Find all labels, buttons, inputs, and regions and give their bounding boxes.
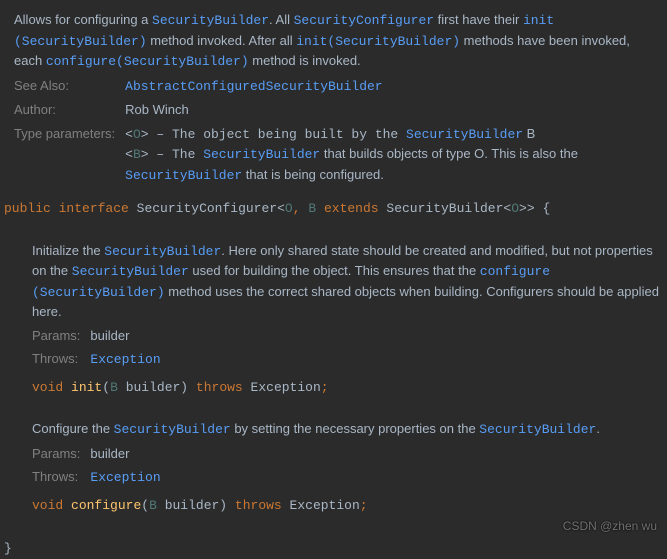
kw-extends: extends <box>324 201 379 216</box>
method-name: init <box>71 380 102 395</box>
class-description: Allows for configuring a SecurityBuilder… <box>14 10 653 72</box>
punc: ( <box>102 380 110 395</box>
method-init-signature: void init(B builder) throws Exception; <box>32 378 667 398</box>
text: > – The <box>141 147 203 162</box>
generic-b: B <box>308 201 316 216</box>
doc-tags: See Also: AbstractConfiguredSecurityBuil… <box>14 76 653 186</box>
exception-type: Exception <box>290 498 360 513</box>
link-sb[interactable]: SecurityBuilder <box>72 264 189 279</box>
generic-o: O <box>285 201 293 216</box>
method-name: configure <box>71 498 141 513</box>
link-configure[interactable]: configure(SecurityBuilder) <box>46 54 249 69</box>
author-label: Author: <box>14 100 115 120</box>
punc: { <box>542 201 550 216</box>
punc: ; <box>321 380 329 395</box>
throws-label: Throws: <box>32 349 80 370</box>
author-value: Rob Winch <box>125 100 653 120</box>
params-label: Params: <box>32 326 80 346</box>
kw-public: public <box>4 201 51 216</box>
link-init2[interactable]: init(SecurityBuilder) <box>296 34 460 49</box>
text: method is invoked. <box>249 53 361 68</box>
link-abstractconfigured[interactable]: AbstractConfiguredSecurityBuilder <box>125 79 382 94</box>
close-brace: } <box>0 539 667 559</box>
see-also-label: See Also: <box>14 76 115 97</box>
method-configure-doc: Configure the SecurityBuilder by setting… <box>32 419 667 440</box>
text: by setting the necessary properties on t… <box>231 421 480 436</box>
link-securityconfigurer[interactable]: SecurityConfigurer <box>294 13 434 28</box>
method-configure-tags: Params: builder Throws: Exception <box>32 444 667 488</box>
link-sb2[interactable]: SecurityBuilder <box>203 147 320 162</box>
generic-b: B <box>110 380 118 395</box>
class-name: SecurityConfigurer <box>137 201 277 216</box>
method-init-tags: Params: builder Throws: Exception <box>32 326 667 370</box>
punc: ) <box>219 498 227 513</box>
throws-label: Throws: <box>32 467 80 488</box>
punc: ) <box>180 380 188 395</box>
punc: >> <box>519 201 535 216</box>
text: Configure the <box>32 421 114 436</box>
text: used for building the object. This ensur… <box>189 263 480 278</box>
text: that builds objects of type O. This is a… <box>320 146 578 161</box>
generic-o: O <box>511 201 519 216</box>
link-exception[interactable]: Exception <box>90 352 160 367</box>
type-securitybuilder: SecurityBuilder <box>386 201 503 216</box>
params-value: builder <box>90 444 667 464</box>
class-javadoc: Allows for configuring a SecurityBuilder… <box>0 0 667 185</box>
text: Initialize the <box>32 243 104 258</box>
text: method invoked. After all <box>147 33 297 48</box>
generic-b: B <box>149 498 157 513</box>
link-sb3[interactable]: SecurityBuilder <box>125 168 242 183</box>
punc: ; <box>360 498 368 513</box>
type-param-b: B <box>133 147 141 162</box>
text: B <box>523 126 535 141</box>
method-configure-block: Configure the SecurityBuilder by setting… <box>32 419 667 515</box>
class-signature: public interface SecurityConfigurer<O, B… <box>0 199 667 219</box>
link-securitybuilder[interactable]: SecurityBuilder <box>152 13 269 28</box>
kw-throws: throws <box>196 380 243 395</box>
type-param-o: O <box>133 127 141 142</box>
text: first have their <box>434 12 523 27</box>
text: < <box>125 127 133 142</box>
text: . All <box>269 12 294 27</box>
param-name: builder <box>165 498 220 513</box>
method-init-block: Initialize the SecurityBuilder. Here onl… <box>32 241 667 398</box>
exception-type: Exception <box>251 380 321 395</box>
params-label: Params: <box>32 444 80 464</box>
watermark: CSDN @zhen wu <box>563 517 657 535</box>
text: > – The object being built by the <box>141 127 406 142</box>
text: Allows for configuring a <box>14 12 152 27</box>
kw-interface: interface <box>59 201 129 216</box>
text: that is being configured. <box>242 167 384 182</box>
type-params-value: <O> – The object being built by the Secu… <box>125 124 653 186</box>
kw-throws: throws <box>235 498 282 513</box>
link-sb[interactable]: SecurityBuilder <box>104 244 221 259</box>
link-exception[interactable]: Exception <box>90 470 160 485</box>
punc: , <box>293 201 301 216</box>
kw-void: void <box>32 498 63 513</box>
param-name: builder <box>126 380 181 395</box>
link-sb[interactable]: SecurityBuilder <box>479 422 596 437</box>
method-configure-signature: void configure(B builder) throws Excepti… <box>32 496 667 516</box>
link-sb[interactable]: SecurityBuilder <box>406 127 523 142</box>
text: < <box>125 147 133 162</box>
params-value: builder <box>90 326 667 346</box>
kw-void: void <box>32 380 63 395</box>
text: . <box>596 421 600 436</box>
punc: ( <box>141 498 149 513</box>
method-init-doc: Initialize the SecurityBuilder. Here onl… <box>32 241 667 322</box>
punc: < <box>277 201 285 216</box>
type-params-label: Type parameters: <box>14 124 115 186</box>
link-sb[interactable]: SecurityBuilder <box>114 422 231 437</box>
